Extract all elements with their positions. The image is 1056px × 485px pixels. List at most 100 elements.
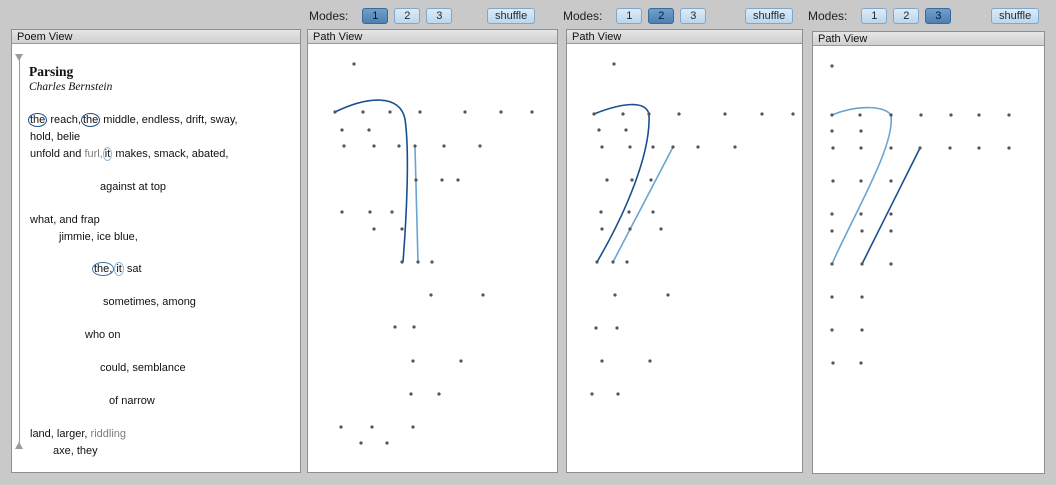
- word-node[interactable]: [859, 129, 863, 133]
- word-node[interactable]: [831, 179, 835, 183]
- word-node[interactable]: [648, 359, 652, 363]
- word-node[interactable]: [831, 361, 835, 365]
- word-node[interactable]: [530, 110, 534, 114]
- word-node[interactable]: [860, 229, 864, 233]
- path-graph-1[interactable]: [308, 44, 557, 472]
- word-node[interactable]: [442, 144, 446, 148]
- word-node[interactable]: [651, 210, 655, 214]
- word-it-ring[interactable]: it: [114, 262, 124, 276]
- word-node[interactable]: [616, 392, 620, 396]
- word-node[interactable]: [919, 113, 923, 117]
- mode-1-button[interactable]: 1: [616, 8, 643, 24]
- word-node[interactable]: [409, 392, 413, 396]
- word-node[interactable]: [628, 145, 632, 149]
- word-node[interactable]: [830, 262, 834, 266]
- word-node[interactable]: [361, 110, 365, 114]
- word-it-ring[interactable]: it: [102, 147, 113, 161]
- word-node[interactable]: [612, 62, 616, 66]
- word-node[interactable]: [463, 110, 467, 114]
- word-node[interactable]: [595, 260, 599, 264]
- word-node[interactable]: [889, 262, 893, 266]
- word-node[interactable]: [977, 146, 981, 150]
- word-node[interactable]: [628, 227, 632, 231]
- word-node[interactable]: [1007, 146, 1011, 150]
- word-node[interactable]: [671, 145, 675, 149]
- word-node[interactable]: [611, 260, 615, 264]
- word-node[interactable]: [592, 112, 596, 116]
- mode-3-button[interactable]: 3: [680, 8, 707, 24]
- path-graph-3[interactable]: [813, 46, 1044, 473]
- word-node[interactable]: [599, 210, 603, 214]
- word-node[interactable]: [411, 359, 415, 363]
- word-node[interactable]: [429, 293, 433, 297]
- word-node[interactable]: [333, 110, 337, 114]
- word-node[interactable]: [830, 212, 834, 216]
- word-the-ring[interactable]: the: [80, 113, 101, 127]
- word-node[interactable]: [388, 110, 392, 114]
- word-the-ring[interactable]: the,: [92, 262, 115, 276]
- word-node[interactable]: [499, 110, 503, 114]
- word-node[interactable]: [478, 144, 482, 148]
- mode-2-button[interactable]: 2: [893, 8, 920, 24]
- word-node[interactable]: [860, 262, 864, 266]
- word-node[interactable]: [370, 425, 374, 429]
- word-node[interactable]: [733, 145, 737, 149]
- word-node[interactable]: [400, 227, 404, 231]
- word-node[interactable]: [418, 110, 422, 114]
- word-node[interactable]: [440, 178, 444, 182]
- word-node[interactable]: [340, 210, 344, 214]
- word-node[interactable]: [977, 113, 981, 117]
- word-node[interactable]: [860, 295, 864, 299]
- word-node[interactable]: [889, 146, 893, 150]
- mode-2-button[interactable]: 2: [648, 8, 675, 24]
- word-node[interactable]: [397, 144, 401, 148]
- word-node[interactable]: [630, 178, 634, 182]
- word-node[interactable]: [367, 128, 371, 132]
- word-node[interactable]: [830, 295, 834, 299]
- word-node[interactable]: [859, 146, 863, 150]
- word-node[interactable]: [339, 425, 343, 429]
- word-node[interactable]: [791, 112, 795, 116]
- word-node[interactable]: [621, 112, 625, 116]
- word-node[interactable]: [625, 260, 629, 264]
- word-node[interactable]: [889, 179, 893, 183]
- word-node[interactable]: [889, 229, 893, 233]
- word-node[interactable]: [918, 146, 922, 150]
- path-graph-2[interactable]: [567, 44, 802, 472]
- word-node[interactable]: [340, 128, 344, 132]
- word-node[interactable]: [605, 178, 609, 182]
- scroll-down-arrow-icon[interactable]: [15, 442, 23, 449]
- word-node[interactable]: [859, 361, 863, 365]
- word-node[interactable]: [649, 178, 653, 182]
- word-node[interactable]: [590, 392, 594, 396]
- word-node[interactable]: [613, 293, 617, 297]
- word-node[interactable]: [948, 146, 952, 150]
- word-node[interactable]: [481, 293, 485, 297]
- word-node[interactable]: [859, 212, 863, 216]
- word-node[interactable]: [594, 326, 598, 330]
- word-node[interactable]: [830, 113, 834, 117]
- word-node[interactable]: [600, 359, 604, 363]
- mode-1-button[interactable]: 1: [861, 8, 888, 24]
- word-the-ring[interactable]: the: [28, 113, 48, 127]
- word-node[interactable]: [437, 392, 441, 396]
- word-node[interactable]: [385, 441, 389, 445]
- shuffle-button[interactable]: shuffle: [487, 8, 536, 24]
- scroll-up-arrow-icon[interactable]: [15, 54, 23, 61]
- word-node[interactable]: [414, 178, 418, 182]
- shuffle-button[interactable]: shuffle: [745, 8, 794, 24]
- word-node[interactable]: [400, 260, 404, 264]
- word-node[interactable]: [1007, 113, 1011, 117]
- mode-2-button[interactable]: 2: [394, 8, 421, 24]
- word-node[interactable]: [677, 112, 681, 116]
- word-node[interactable]: [831, 146, 835, 150]
- word-node[interactable]: [600, 145, 604, 149]
- word-node[interactable]: [889, 113, 893, 117]
- word-node[interactable]: [597, 128, 601, 132]
- word-node[interactable]: [889, 212, 893, 216]
- word-node[interactable]: [459, 359, 463, 363]
- word-node[interactable]: [390, 210, 394, 214]
- word-node[interactable]: [372, 144, 376, 148]
- mode-3-button[interactable]: 3: [426, 8, 453, 24]
- word-node[interactable]: [416, 260, 420, 264]
